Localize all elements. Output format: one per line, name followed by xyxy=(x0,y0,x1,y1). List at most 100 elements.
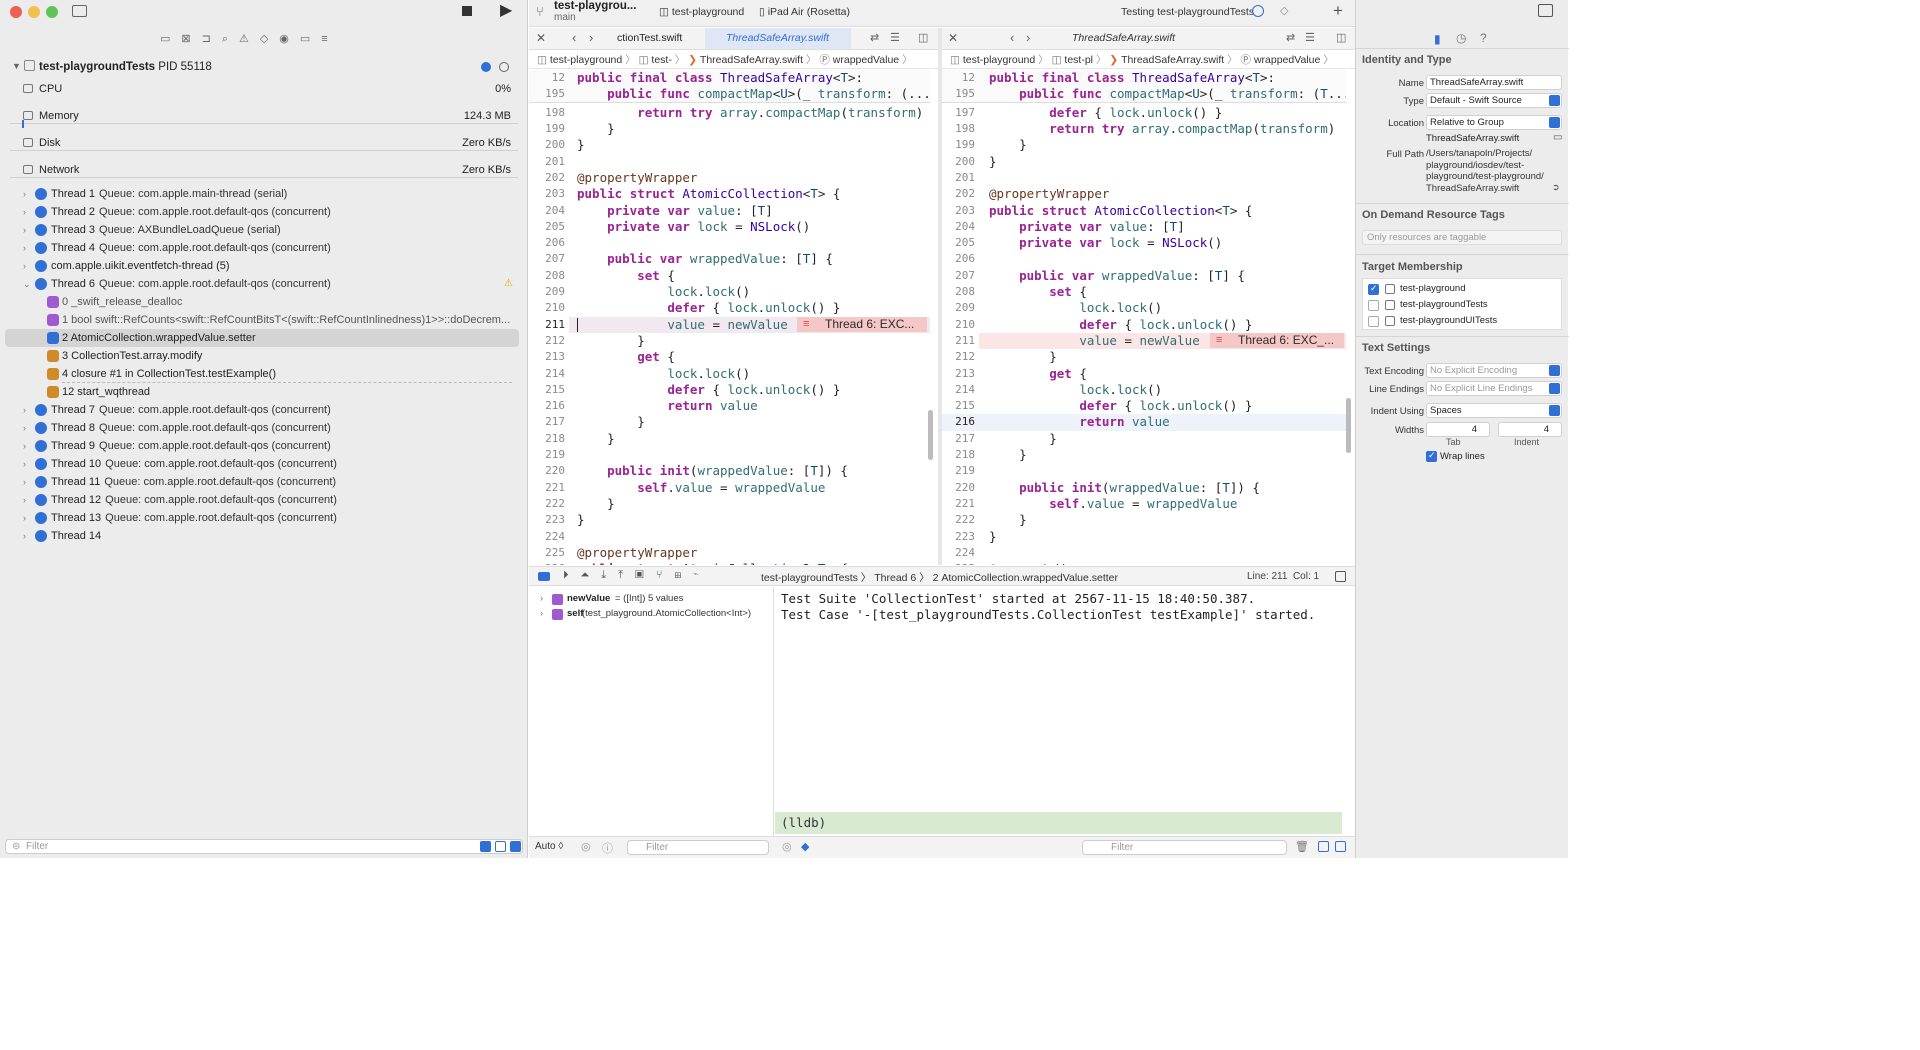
wrap-lines-checkbox[interactable] xyxy=(1426,450,1437,462)
jump-item[interactable]: wrappedValue xyxy=(833,54,899,66)
back-icon[interactable]: ‹ xyxy=(1010,30,1014,45)
chevron-right-icon[interactable]: › xyxy=(23,257,26,275)
target-checkbox[interactable] xyxy=(1368,300,1379,311)
hide-debug-area-icon[interactable] xyxy=(1335,571,1346,582)
forward-icon[interactable]: › xyxy=(589,30,593,45)
chevron-right-icon[interactable]: › xyxy=(23,473,26,491)
related-items-icon[interactable]: ⇄ xyxy=(870,31,879,44)
line-endings-select[interactable]: No Explicit Line Endings xyxy=(1426,381,1562,396)
jump-item[interactable]: ThreadSafeArray.swift xyxy=(1121,54,1224,66)
tab-threadsafearray[interactable]: ThreadSafeArray.swift xyxy=(726,32,829,44)
right-jump-bar[interactable]: ◫ test-playground 〉 ◫ test-pl 〉 ❯ Thread… xyxy=(942,52,1355,69)
sticky-header[interactable]: 195 public func compactMap<U>(_ transfor… xyxy=(529,86,930,103)
filter-option-icon[interactable] xyxy=(480,841,491,852)
related-items-icon[interactable]: ⇄ xyxy=(1286,31,1295,44)
project-title[interactable]: test-playgrou... xyxy=(554,0,636,12)
split-editor-icon[interactable]: ◫ xyxy=(1336,31,1346,44)
zoom-window-button[interactable] xyxy=(46,6,58,18)
thread-row[interactable]: › Thread 13 Queue: com.apple.root.default-… xyxy=(0,509,528,527)
chevron-down-icon[interactable]: ⌄ xyxy=(23,275,31,293)
variable-row[interactable]: › self (test_playground.AtomicCollection<I… xyxy=(529,608,774,623)
left-scrollbar[interactable] xyxy=(928,410,933,460)
debug-controls[interactable]: ⏵⏶⤓⤒▣⑂⊞⌁ xyxy=(563,569,710,582)
device-selector[interactable]: ▯ iPad Air (Rosetta) xyxy=(759,6,850,18)
show-console-icon[interactable] xyxy=(1335,841,1346,852)
target-checkbox[interactable] xyxy=(1368,283,1379,295)
chevron-right-icon[interactable]: › xyxy=(23,437,26,455)
chevron-right-icon[interactable]: › xyxy=(23,185,26,203)
name-field[interactable]: ThreadSafeArray.swift xyxy=(1426,75,1562,90)
sidebar-toggle-icon[interactable] xyxy=(72,5,87,17)
jump-item[interactable]: test-pl xyxy=(1064,54,1093,66)
back-icon[interactable]: ‹ xyxy=(572,30,576,45)
chevron-right-icon[interactable]: › xyxy=(23,221,26,239)
folder-icon[interactable]: ▭ xyxy=(1553,132,1562,143)
indent-using-select[interactable]: Spaces xyxy=(1426,403,1562,418)
thread-row[interactable]: › Thread 7 Queue: com.apple.root.default-q… xyxy=(0,401,528,419)
minimize-window-button[interactable] xyxy=(28,6,40,18)
tab-width-stepper[interactable]: 4 xyxy=(1426,422,1490,437)
inspector-toggle-icon[interactable] xyxy=(1538,4,1553,17)
view-memory-icon[interactable]: ◆ xyxy=(801,840,809,853)
tab-collectiontest[interactable]: ctionTest.swift xyxy=(617,32,682,44)
stack-frame-row[interactable]: 3 CollectionTest.array.modify xyxy=(0,347,528,365)
jump-item[interactable]: test- xyxy=(651,54,671,66)
jump-item[interactable]: test-playground xyxy=(963,54,1035,66)
stack-frame-row[interactable]: 1 bool swift::RefCounts<swift::RefCountB… xyxy=(0,311,528,329)
chevron-right-icon[interactable]: › xyxy=(540,608,543,619)
console-view[interactable]: Test Suite 'CollectionTest' started at 2… xyxy=(775,587,1355,836)
variable-row[interactable]: › newValue = ([Int]) 5 values xyxy=(529,593,774,608)
thread-row[interactable]: › Thread 8 Queue: com.apple.root.default-q… xyxy=(0,419,528,437)
left-code-editor[interactable]: 12 public final class ThreadSafeArray<T>:… xyxy=(529,70,930,565)
chevron-right-icon[interactable]: › xyxy=(23,401,26,419)
chevron-right-icon[interactable]: › xyxy=(23,527,26,545)
chevron-right-icon[interactable]: › xyxy=(23,455,26,473)
history-icon[interactable]: ◷ xyxy=(1456,31,1466,45)
jump-item[interactable]: ThreadSafeArray.swift xyxy=(700,54,803,66)
jump-item[interactable]: test-playground xyxy=(550,54,622,66)
stack-frame-row[interactable]: 2 AtomicCollection.wrappedValue.setter xyxy=(5,329,519,347)
diamond-icon[interactable]: ◇ xyxy=(1280,4,1288,17)
thread-row[interactable]: ⌄ Thread 6 Queue: com.apple.root.default-q… xyxy=(0,275,528,293)
sticky-header[interactable]: 195 public func compactMap<U>(_ transfor… xyxy=(942,86,1346,103)
chevron-right-icon[interactable]: › xyxy=(540,593,543,604)
help-icon[interactable]: ? xyxy=(1480,31,1487,45)
filter-field[interactable]: ⊜ Filter xyxy=(5,839,523,854)
show-variables-icon[interactable] xyxy=(1318,841,1329,852)
thread-row[interactable]: › Thread 4 Queue: com.apple.root.default-q… xyxy=(0,239,528,257)
chevron-right-icon[interactable]: › xyxy=(23,491,26,509)
file-inspector-icon[interactable]: ▮ xyxy=(1434,32,1441,46)
info-icon[interactable] xyxy=(481,62,491,72)
left-jump-bar[interactable]: ◫ test-playground 〉 ◫ test- 〉 ❯ ThreadSa… xyxy=(529,52,938,69)
navigator-tabs[interactable]: ▭⊠⊐⌕⚠◇◉▭≡ xyxy=(160,32,530,46)
error-annotation[interactable]: ≡ Thread 6: EXC... xyxy=(797,316,927,332)
close-icon[interactable]: ✕ xyxy=(948,31,958,45)
thread-row[interactable]: › Thread 3 Queue: AXBundleLoadQueue (seria… xyxy=(0,221,528,239)
chevron-right-icon[interactable]: › xyxy=(23,419,26,437)
run-button[interactable]: ▶ xyxy=(500,3,512,19)
info-icon[interactable]: ⓘ xyxy=(602,840,613,856)
thread-row[interactable]: › Thread 14 xyxy=(0,527,528,545)
eye-icon[interactable]: ◎ xyxy=(782,840,792,853)
target-row[interactable]: test-playgroundTests xyxy=(1363,298,1563,313)
toggle-console-icon[interactable] xyxy=(538,572,550,581)
tab-threadsafearray[interactable]: ThreadSafeArray.swift xyxy=(1072,32,1175,44)
lldb-input[interactable]: (lldb) xyxy=(775,812,1342,834)
thread-row[interactable]: › Thread 9 Queue: com.apple.root.default-q… xyxy=(0,437,528,455)
add-icon[interactable]: + xyxy=(1333,1,1343,21)
stop-button[interactable] xyxy=(462,6,472,16)
chevron-right-icon[interactable]: › xyxy=(23,203,26,221)
variables-scope-select[interactable]: Auto ◊ xyxy=(535,841,563,852)
chevron-right-icon[interactable]: › xyxy=(23,509,26,527)
reveal-arrow-icon[interactable]: ➲ xyxy=(1552,182,1560,193)
scheme-selector[interactable]: ◫ test-playground xyxy=(659,6,744,18)
thread-row[interactable]: › Thread 12 Queue: com.apple.root.default-… xyxy=(0,491,528,509)
error-annotation[interactable]: ≡ Thread 6: EXC_... xyxy=(1210,332,1344,348)
gauge-row[interactable]: CPU 0% xyxy=(0,80,528,98)
target-row[interactable]: test-playgroundUITests xyxy=(1363,314,1563,329)
console-filter[interactable]: Filter xyxy=(1082,840,1287,855)
encoding-select[interactable]: No Explicit Encoding xyxy=(1426,363,1562,378)
stack-frame-row[interactable]: 12 start_wqthread xyxy=(0,383,528,401)
sticky-header[interactable]: 12 public final class ThreadSafeArray<T>: xyxy=(529,70,930,87)
process-row[interactable]: test-playgroundTests PID 55118 xyxy=(39,61,212,73)
